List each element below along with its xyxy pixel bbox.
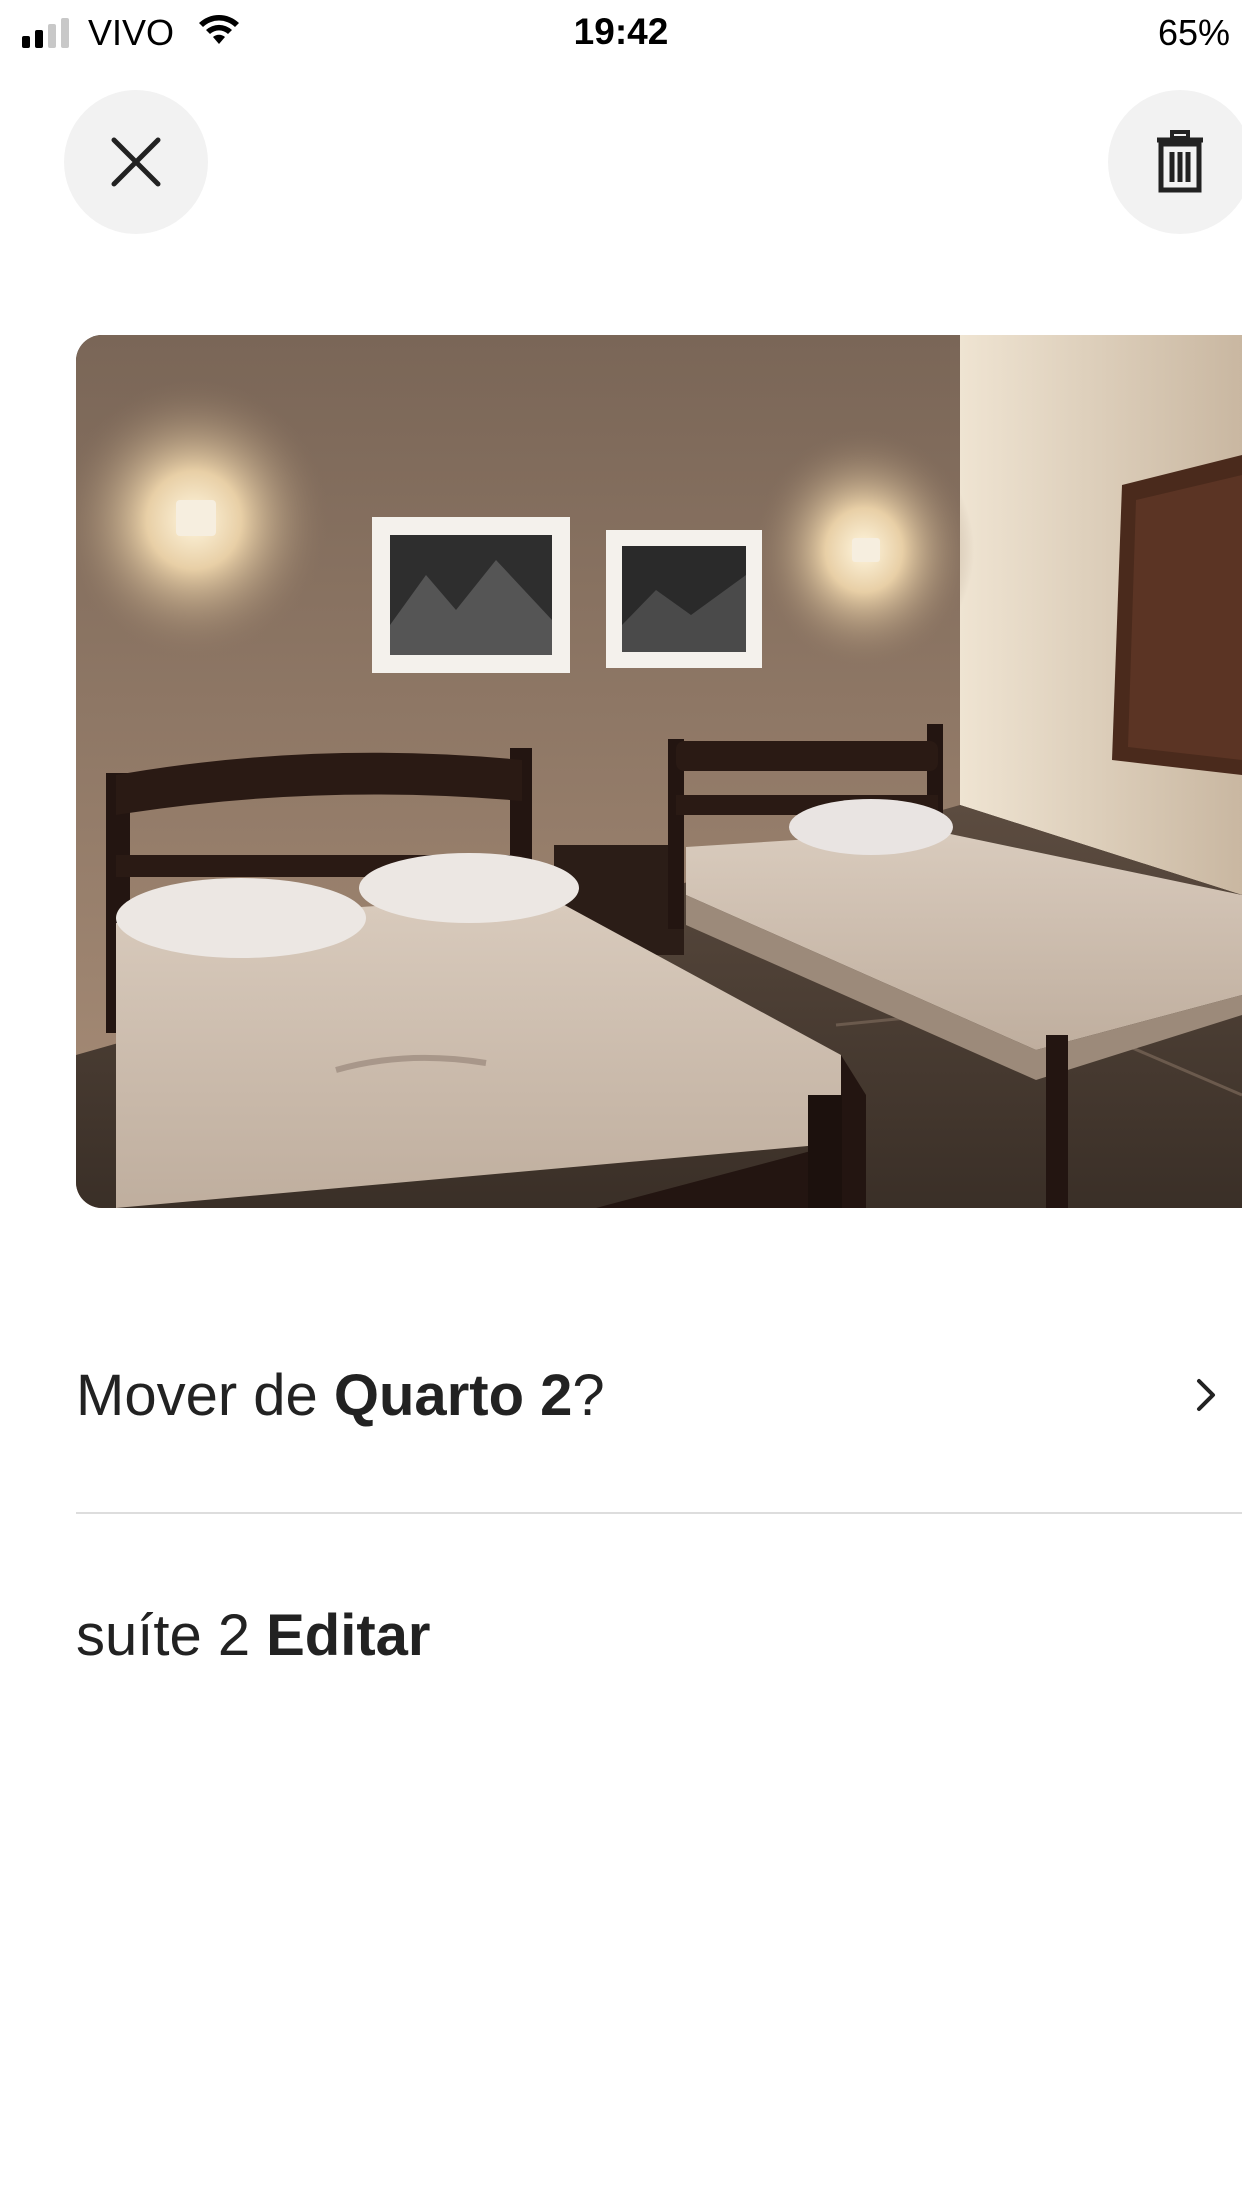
- close-icon: [111, 137, 161, 187]
- move-room-text: Mover de Quarto 2?: [76, 1362, 605, 1429]
- trash-icon: [1157, 130, 1203, 193]
- edit-caption-link[interactable]: Editar: [266, 1602, 430, 1669]
- battery-percentage: 65%: [1157, 12, 1230, 53]
- chevron-right-icon: [1186, 1365, 1226, 1425]
- status-time: 19:42: [573, 11, 669, 52]
- room-photo: [76, 335, 1242, 1208]
- move-room-row[interactable]: Mover de Quarto 2?: [76, 1355, 1226, 1435]
- divider: [76, 1512, 1242, 1514]
- caption-row: suíte 2 Editar: [76, 1595, 431, 1675]
- delete-button[interactable]: [1108, 90, 1242, 234]
- photo-caption: suíte 2: [76, 1602, 251, 1668]
- close-button[interactable]: [64, 90, 208, 234]
- status-bar: VIVO 19:42 65%: [0, 0, 1242, 70]
- move-room-name: Quarto 2: [333, 1362, 573, 1428]
- move-prefix: Mover de: [76, 1362, 334, 1428]
- move-suffix: ?: [572, 1362, 605, 1428]
